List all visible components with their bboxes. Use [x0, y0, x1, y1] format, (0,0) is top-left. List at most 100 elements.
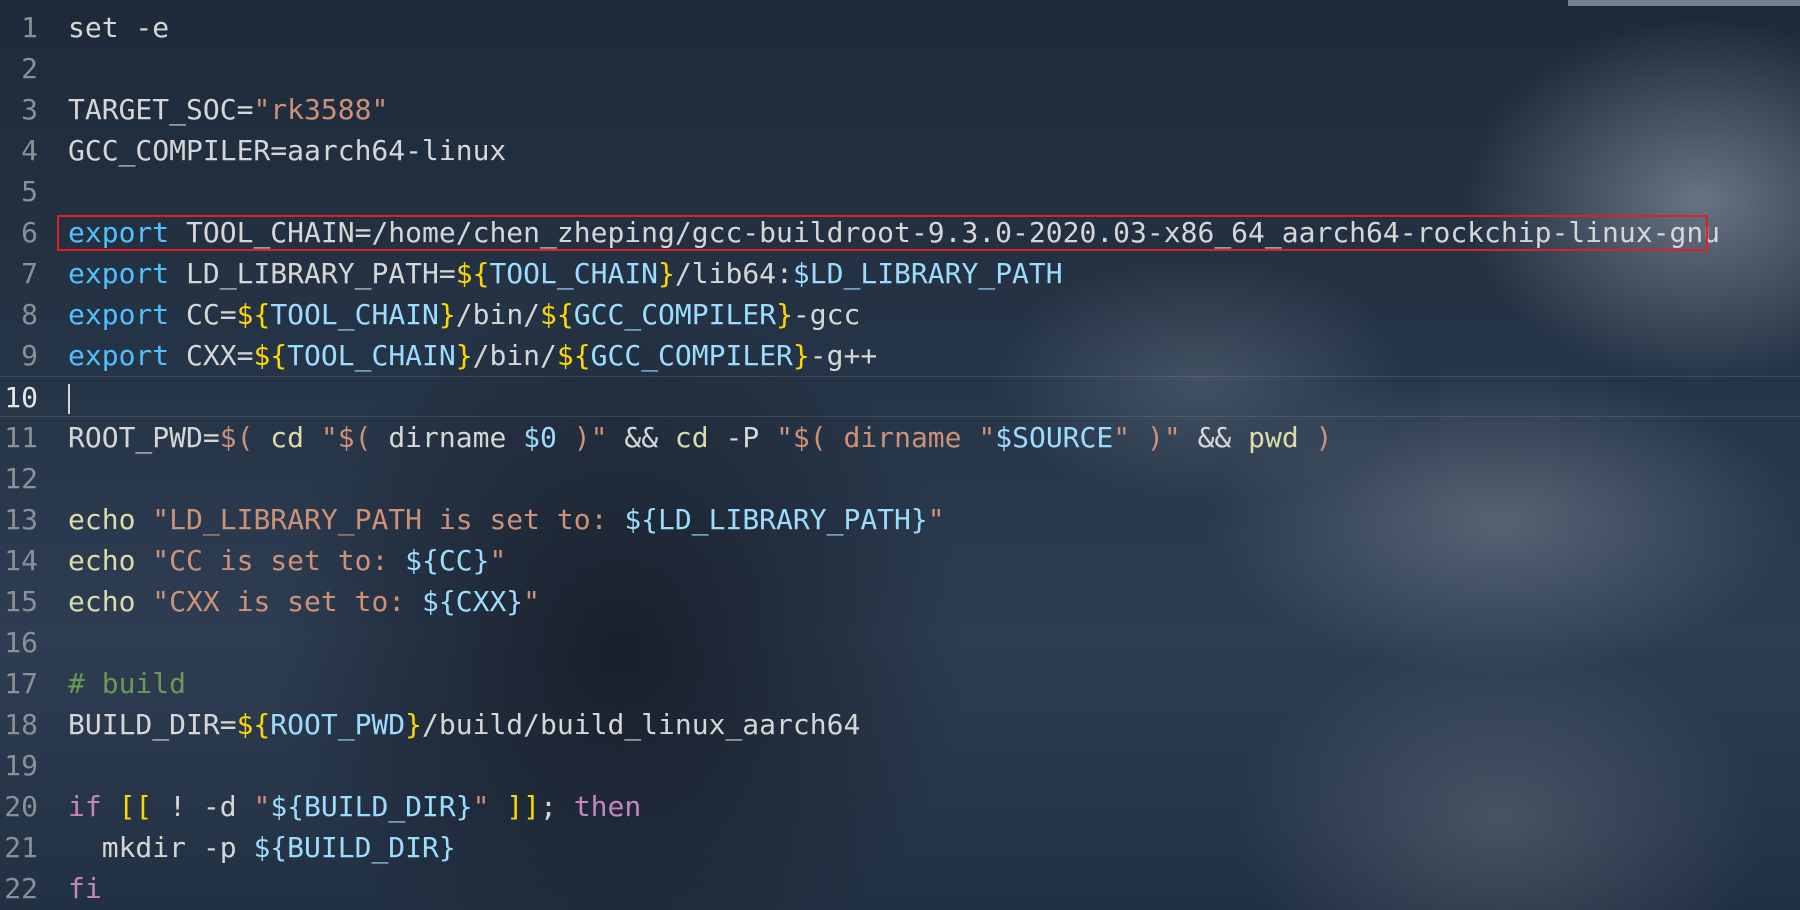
- code-token: }: [776, 298, 793, 331]
- scrollbar-thumb[interactable]: [1568, 0, 1800, 6]
- code-token: }: [455, 339, 473, 372]
- line-number: 6: [21, 216, 38, 249]
- code-token: echo: [68, 585, 136, 618]
- line-code: GCC_COMPILER=aarch64-linux: [68, 130, 506, 171]
- code-line[interactable]: 12: [0, 458, 1800, 499]
- line-number: 19: [4, 749, 38, 782]
- code-line[interactable]: 19: [0, 745, 1800, 786]
- line-code: TARGET_SOC="rk3588": [68, 89, 388, 130]
- code-token: ${: [236, 708, 271, 741]
- code-token: -P: [725, 421, 760, 454]
- code-line[interactable]: 22 fi: [0, 868, 1800, 909]
- code-line[interactable]: 18 BUILD_DIR=${ROOT_PWD}/build/build_linu…: [0, 704, 1800, 745]
- code-line[interactable]: 8 export CC=${TOOL_CHAIN}/bin/${GCC_COMPI…: [0, 294, 1800, 335]
- code-token: ": [253, 790, 271, 823]
- code-token: )": [1146, 421, 1181, 454]
- code-token: &&: [624, 421, 659, 454]
- code-token: CC=: [169, 298, 237, 331]
- code-line[interactable]: 10: [0, 376, 1800, 417]
- code-token: $SOURCE: [995, 421, 1114, 454]
- code-token: ${BUILD_DIR}: [253, 831, 456, 864]
- line-number: 11: [4, 421, 38, 454]
- line-number: 18: [4, 708, 38, 741]
- code-token: ": [978, 421, 996, 454]
- code-token: ${: [556, 339, 591, 372]
- line-number: 9: [21, 339, 38, 372]
- code-token: dirname: [843, 421, 962, 454]
- code-token: GCC_COMPILER: [573, 298, 777, 331]
- code-token: fi: [68, 872, 102, 905]
- code-line[interactable]: 9 export CXX=${TOOL_CHAIN}/bin/${GCC_COMP…: [0, 335, 1800, 376]
- line-number: 10: [4, 381, 38, 414]
- line-code: mkdir -p ${BUILD_DIR}: [68, 827, 456, 868]
- code-line[interactable]: 13 echo "LD_LIBRARY_PATH is set to: ${LD_…: [0, 499, 1800, 540]
- line-code: echo "CC is set to: ${CC}": [68, 540, 506, 581]
- code-token: )": [573, 421, 608, 454]
- code-token: -gcc: [792, 298, 861, 331]
- code-line[interactable]: 1 set -e: [0, 7, 1800, 48]
- code-token: export: [68, 257, 170, 290]
- code-token: ROOT_PWD: [270, 708, 406, 741]
- code-line[interactable]: 21 mkdir -p ${BUILD_DIR}: [0, 827, 1800, 868]
- code-token: /bin/: [472, 339, 557, 372]
- code-token: ": [927, 503, 945, 536]
- code-line[interactable]: 2: [0, 48, 1800, 89]
- code-token: ;: [540, 790, 574, 823]
- code-token: BUILD_DIR=: [68, 708, 237, 741]
- code-token: ${: [455, 257, 490, 290]
- code-token: "CC is set to:: [152, 544, 406, 577]
- code-line[interactable]: 7 export LD_LIBRARY_PATH=${TOOL_CHAIN}/li…: [0, 253, 1800, 294]
- line-code: echo "CXX is set to: ${CXX}": [68, 581, 540, 622]
- code-line[interactable]: 16: [0, 622, 1800, 663]
- code-line[interactable]: 17 # build: [0, 663, 1800, 704]
- line-number: 15: [4, 585, 38, 618]
- line-number: 2: [21, 52, 38, 85]
- code-token: ": [523, 585, 541, 618]
- code-token: set -e: [68, 11, 170, 44]
- code-editor[interactable]: 1 set -e 2 3 TARGET_SOC="rk3588" 4 GCC_COMPILE…: [0, 0, 1800, 910]
- code-line[interactable]: 11 ROOT_PWD=$( cd "$( dirname $0 )" && cd…: [0, 417, 1800, 458]
- code-token: ": [472, 790, 490, 823]
- code-token: $0: [523, 421, 557, 454]
- code-token: ${LD_LIBRARY_PATH}: [624, 503, 928, 536]
- code-token: }: [792, 339, 810, 372]
- code-token: TOOL_CHAIN: [489, 257, 659, 290]
- code-token: then: [573, 790, 642, 823]
- code-line[interactable]: 4 GCC_COMPILER=aarch64-linux: [0, 130, 1800, 171]
- code-line[interactable]: 5: [0, 171, 1800, 212]
- line-code: export LD_LIBRARY_PATH=${TOOL_CHAIN}/lib…: [68, 253, 1063, 294]
- code-token: cd: [674, 421, 709, 454]
- code-token: ${: [253, 339, 288, 372]
- text-cursor: [68, 384, 70, 414]
- code-token: CXX=: [169, 339, 254, 372]
- line-number: 16: [4, 626, 38, 659]
- code-token: "rk3588": [253, 93, 389, 126]
- code-token: ": [489, 544, 507, 577]
- line-number: 4: [21, 134, 38, 167]
- code-token: [[: [118, 790, 153, 823]
- line-number: 13: [4, 503, 38, 536]
- code-token: /bin/: [455, 298, 541, 331]
- line-code: export CXX=${TOOL_CHAIN}/bin/${GCC_COMPI…: [68, 335, 877, 376]
- code-line[interactable]: 20 if [[ ! -d "${BUILD_DIR}" ]]; then: [0, 786, 1800, 827]
- line-number: 7: [21, 257, 38, 290]
- code-token: /build/build_linux_aarch64: [422, 708, 861, 741]
- code-token: ": [1113, 421, 1131, 454]
- line-number: 14: [4, 544, 38, 577]
- code-line[interactable]: 15 echo "CXX is set to: ${CXX}": [0, 581, 1800, 622]
- code-line[interactable]: 14 echo "CC is set to: ${CC}": [0, 540, 1800, 581]
- line-code: set -e: [68, 7, 169, 48]
- highlight-box: [57, 215, 1708, 251]
- code-line[interactable]: 3 TARGET_SOC="rk3588": [0, 89, 1800, 130]
